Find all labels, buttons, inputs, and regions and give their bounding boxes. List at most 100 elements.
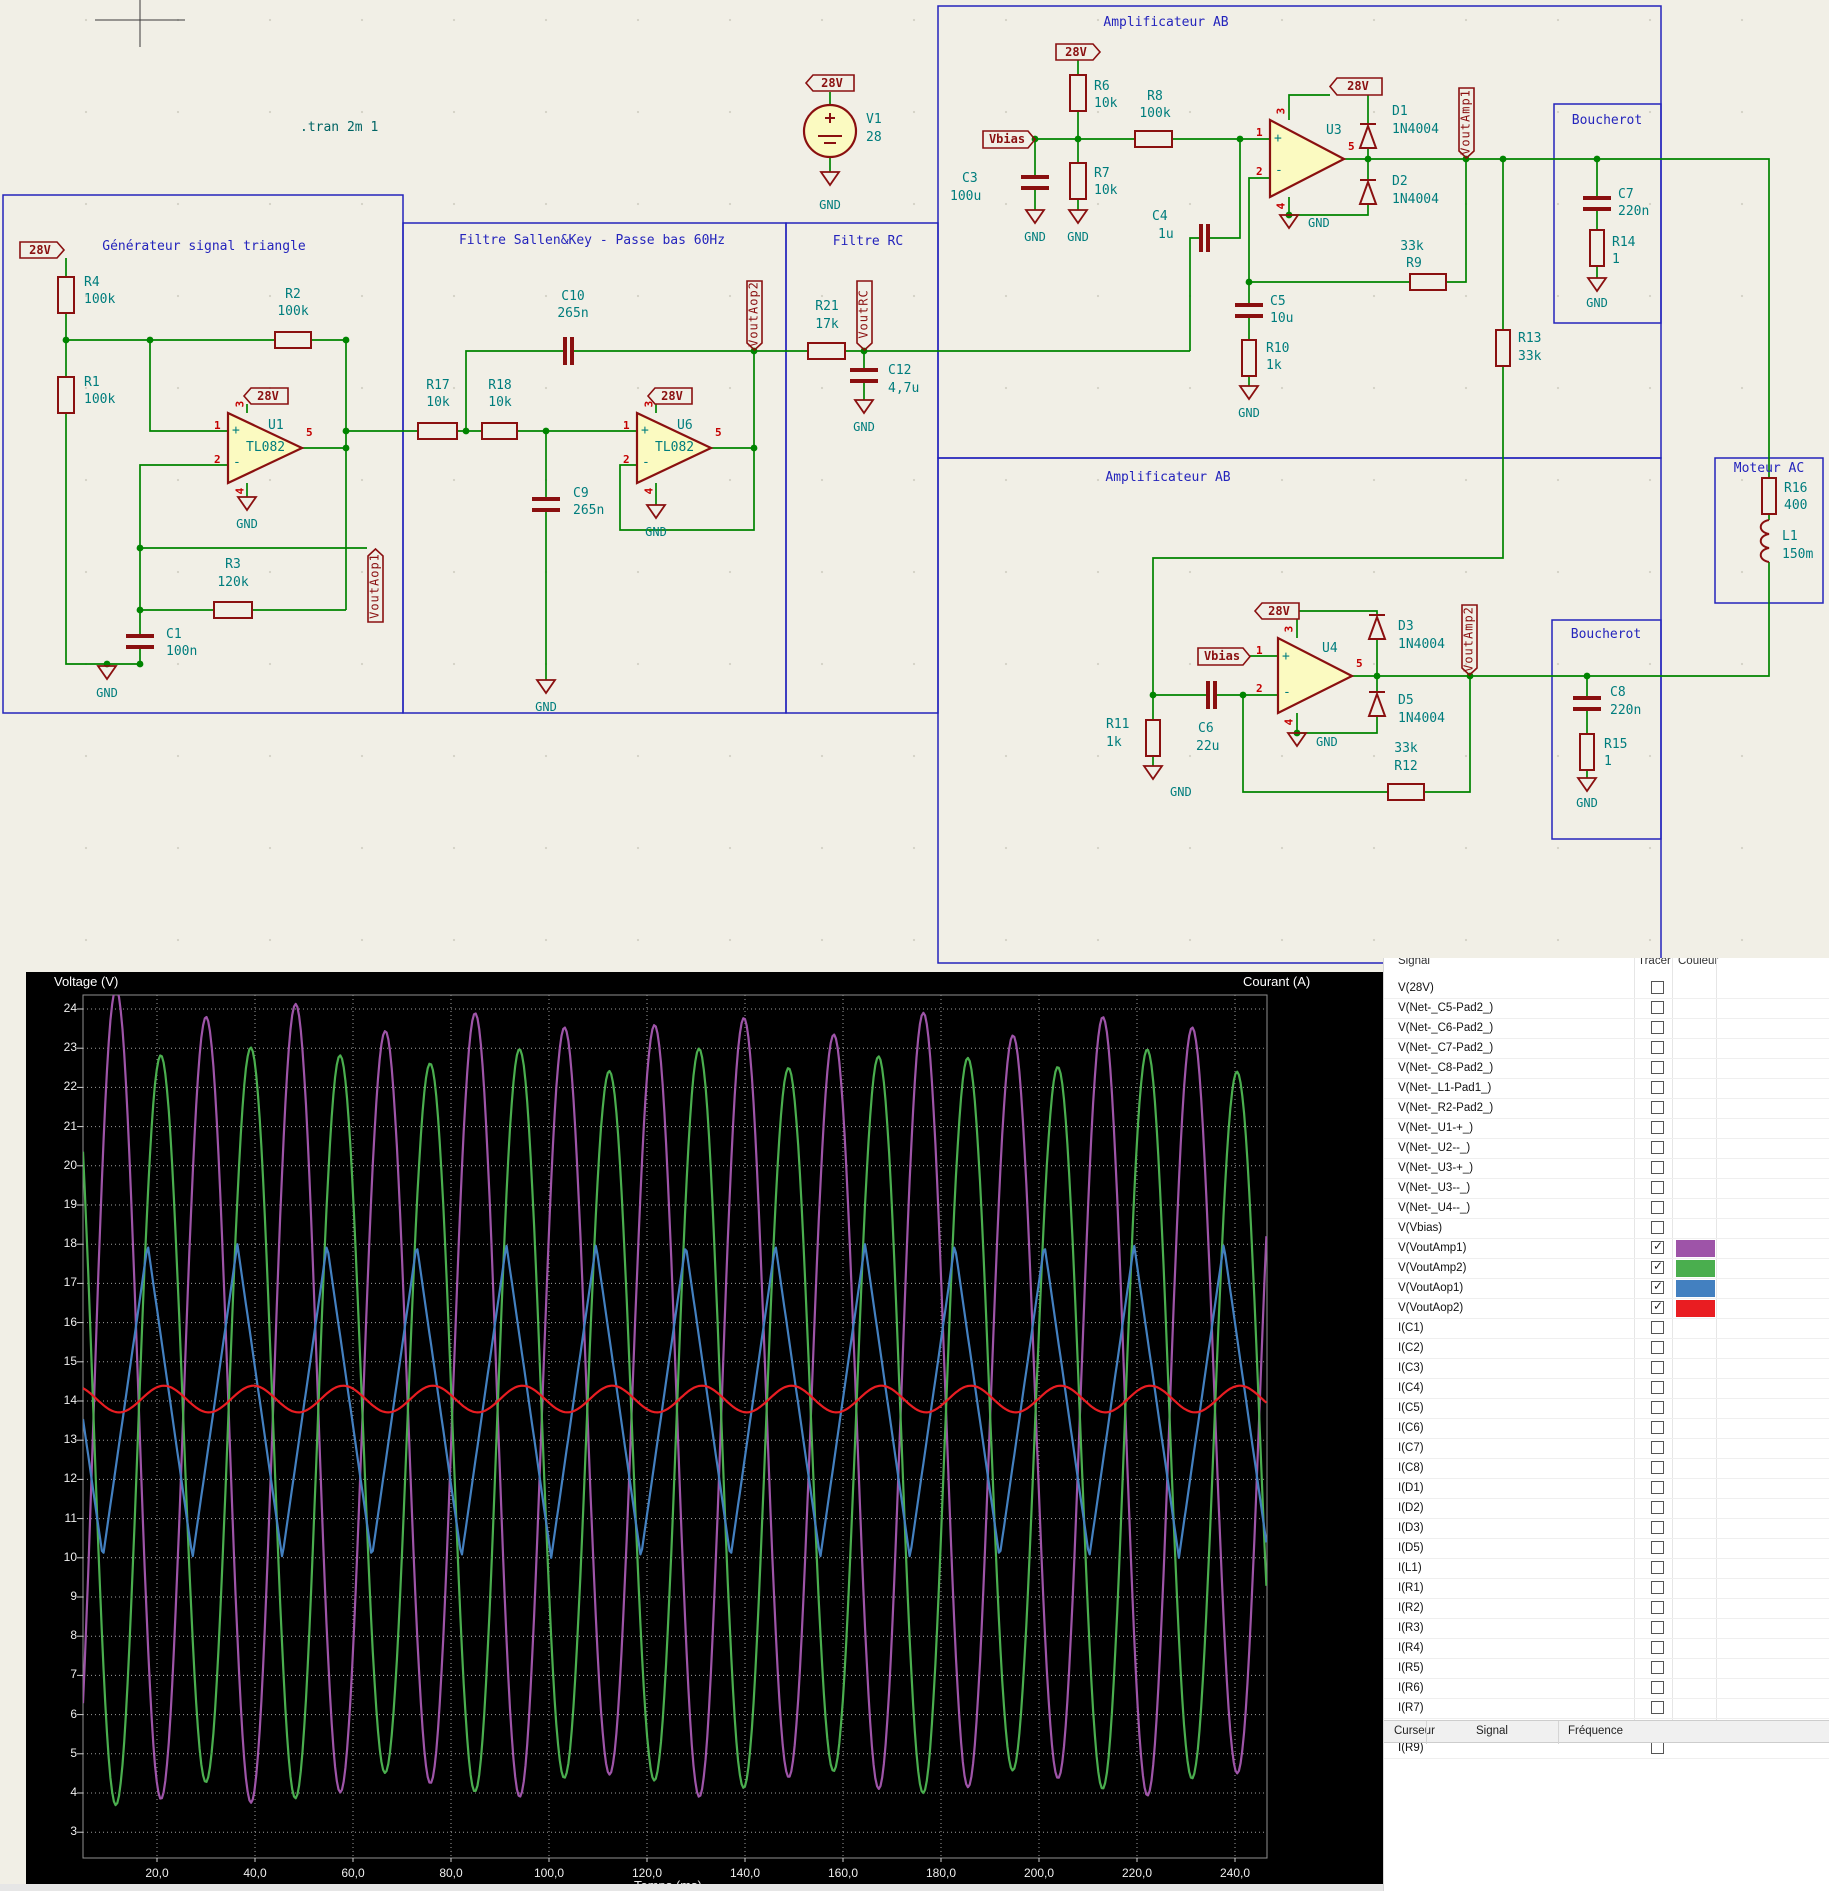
trace-checkbox[interactable]: ✓ xyxy=(1651,1521,1664,1534)
voltage-source-V1[interactable] xyxy=(802,103,858,159)
trace-checkbox[interactable]: ✓ xyxy=(1651,1001,1664,1014)
signal-row[interactable]: I(D5) ✓ xyxy=(1384,1539,1829,1559)
diode-D5 xyxy=(1367,691,1387,717)
signal-row[interactable]: V(28V) ✓ xyxy=(1384,979,1829,999)
signal-row[interactable]: V(Net-_U4--_) ✓ xyxy=(1384,1199,1829,1219)
signal-row[interactable]: V(Net-_C7-Pad2_) ✓ xyxy=(1384,1039,1829,1059)
trace-checkbox[interactable]: ✓ xyxy=(1651,1321,1664,1334)
signal-row[interactable]: I(C2) ✓ xyxy=(1384,1339,1829,1359)
trace-checkbox[interactable]: ✓ xyxy=(1651,1041,1664,1054)
signal-row[interactable]: I(C6) ✓ xyxy=(1384,1419,1829,1439)
trace-checkbox[interactable]: ✓ xyxy=(1651,981,1664,994)
signal-row[interactable]: I(C8) ✓ xyxy=(1384,1459,1829,1479)
vbias-label: Vbias xyxy=(1203,649,1241,663)
signal-row[interactable]: V(Vbias) ✓ xyxy=(1384,1219,1829,1239)
signal-row[interactable]: V(VoutAop2) ✓ xyxy=(1384,1299,1829,1319)
trace-checkbox[interactable]: ✓ xyxy=(1651,1661,1664,1674)
trace-checkbox[interactable]: ✓ xyxy=(1651,1581,1664,1594)
trace-checkbox[interactable]: ✓ xyxy=(1651,1381,1664,1394)
signal-row[interactable]: V(Net-_C5-Pad2_) ✓ xyxy=(1384,999,1829,1019)
signal-row[interactable]: I(R3) ✓ xyxy=(1384,1619,1829,1639)
trace-checkbox[interactable]: ✓ xyxy=(1651,1299,1664,1314)
signal-row[interactable]: I(C3) ✓ xyxy=(1384,1359,1829,1379)
signal-row[interactable]: I(L1) ✓ xyxy=(1384,1559,1829,1579)
tick-label: 11 xyxy=(64,1510,77,1525)
signal-row[interactable]: I(R5) ✓ xyxy=(1384,1659,1829,1679)
signal-row[interactable]: V(VoutAmp2) ✓ xyxy=(1384,1259,1829,1279)
trace-checkbox[interactable]: ✓ xyxy=(1651,1701,1664,1714)
signal-row[interactable]: I(R1) ✓ xyxy=(1384,1579,1829,1599)
trace-checkbox[interactable]: ✓ xyxy=(1651,1461,1664,1474)
trace-checkbox[interactable]: ✓ xyxy=(1651,1239,1664,1254)
opamps[interactable] xyxy=(226,118,1355,715)
signal-row[interactable]: I(D2) ✓ xyxy=(1384,1499,1829,1519)
trace-checkbox[interactable]: ✓ xyxy=(1651,1121,1664,1134)
signal-row[interactable]: V(VoutAop1) ✓ xyxy=(1384,1279,1829,1299)
trace-checkbox[interactable]: ✓ xyxy=(1651,1279,1664,1294)
signal-row[interactable]: V(VoutAmp1) ✓ xyxy=(1384,1239,1829,1259)
trace-checkbox[interactable]: ✓ xyxy=(1651,1061,1664,1074)
signal-row[interactable]: V(Net-_L1-Pad1_) ✓ xyxy=(1384,1079,1829,1099)
waveform-plot[interactable]: 3 4 5 6 7 8 9 10 11 12 13 14 15 16 17 18 19 20 21 22 23 24 20,… xyxy=(26,972,1383,1884)
trace-checkbox[interactable]: ✓ xyxy=(1651,1021,1664,1034)
signal-row[interactable]: V(Net-_U1-+_) ✓ xyxy=(1384,1119,1829,1139)
trace-checkbox[interactable]: ✓ xyxy=(1651,1401,1664,1414)
signal-row[interactable]: I(C7) ✓ xyxy=(1384,1439,1829,1459)
signal-row[interactable]: I(C5) ✓ xyxy=(1384,1399,1829,1419)
trace-checkbox[interactable]: ✓ xyxy=(1651,1341,1664,1354)
signal-row[interactable]: V(Net-_C6-Pad2_) ✓ xyxy=(1384,1019,1829,1039)
trace-checkbox[interactable]: ✓ xyxy=(1651,1361,1664,1374)
resistors[interactable] xyxy=(57,74,1777,801)
diodes[interactable] xyxy=(1358,123,1387,717)
part-val-C5: 10u xyxy=(1270,311,1294,326)
diode-D1 xyxy=(1358,123,1378,149)
signal-panel[interactable]: Signal Tracer Couleur V(28V) ✓ V(Net-_C5… xyxy=(1383,958,1829,1891)
signal-row[interactable]: I(R2) ✓ xyxy=(1384,1599,1829,1619)
signal-row[interactable]: I(C4) ✓ xyxy=(1384,1379,1829,1399)
trace-checkbox[interactable]: ✓ xyxy=(1651,1681,1664,1694)
trace-checkbox[interactable]: ✓ xyxy=(1651,1181,1664,1194)
inductor-L1[interactable] xyxy=(1759,519,1770,563)
part-ref-R21: R21 xyxy=(815,299,839,314)
resistor-R21 xyxy=(807,342,846,360)
sim-directive[interactable]: .tran 2m 1 xyxy=(300,121,378,134)
trace-checkbox[interactable]: ✓ xyxy=(1651,1081,1664,1094)
trace-checkbox[interactable]: ✓ xyxy=(1651,1201,1664,1214)
trace-checkbox[interactable]: ✓ xyxy=(1651,1441,1664,1454)
part-ref-R16: R16 xyxy=(1784,481,1808,496)
trace-checkbox[interactable]: ✓ xyxy=(1651,1421,1664,1434)
signal-row[interactable]: I(D3) ✓ xyxy=(1384,1519,1829,1539)
trace-checkbox[interactable]: ✓ xyxy=(1651,1561,1664,1574)
signal-row[interactable]: I(R4) ✓ xyxy=(1384,1639,1829,1659)
part-val-C10: 265n xyxy=(557,306,589,321)
capacitors[interactable] xyxy=(126,175,1611,711)
signal-name: V(Net-_L1-Pad1_) xyxy=(1398,1082,1492,1094)
signal-row[interactable]: V(Net-_C8-Pad2_) ✓ xyxy=(1384,1059,1829,1079)
signal-row[interactable]: I(D1) ✓ xyxy=(1384,1479,1829,1499)
signal-row[interactable]: I(C1) ✓ xyxy=(1384,1319,1829,1339)
trace-checkbox[interactable]: ✓ xyxy=(1651,1621,1664,1634)
signal-row[interactable]: I(R7) ✓ xyxy=(1384,1699,1829,1719)
trace-checkbox[interactable]: ✓ xyxy=(1651,1141,1664,1154)
tick-label: 60,0 xyxy=(341,1866,365,1880)
pin-label: 1 xyxy=(1256,126,1263,139)
trace-checkbox[interactable]: ✓ xyxy=(1651,1641,1664,1654)
column-header-signal: Signal xyxy=(1398,958,1430,967)
trace-checkbox[interactable]: ✓ xyxy=(1651,1161,1664,1174)
trace-checkbox[interactable]: ✓ xyxy=(1651,1541,1664,1554)
trace-checkbox[interactable]: ✓ xyxy=(1651,1601,1664,1614)
signal-row[interactable]: I(R6) ✓ xyxy=(1384,1679,1829,1699)
trace-checkbox[interactable]: ✓ xyxy=(1651,1481,1664,1494)
signal-row[interactable]: V(Net-_U2--_) ✓ xyxy=(1384,1139,1829,1159)
signal-name: V(Net-_R2-Pad2_) xyxy=(1398,1102,1494,1114)
trace-checkbox[interactable]: ✓ xyxy=(1651,1259,1664,1274)
signal-row[interactable]: V(Net-_U3--_) ✓ xyxy=(1384,1179,1829,1199)
signal-row[interactable]: V(Net-_U3-+_) ✓ xyxy=(1384,1159,1829,1179)
diode-D2 xyxy=(1358,179,1378,205)
trace-checkbox[interactable]: ✓ xyxy=(1651,1221,1664,1234)
signal-row[interactable]: V(Net-_R2-Pad2_) ✓ xyxy=(1384,1099,1829,1119)
trace-checkbox[interactable]: ✓ xyxy=(1651,1501,1664,1514)
schematic-canvas[interactable]: Générateur signal triangle Filtre Sallen… xyxy=(0,0,1829,972)
gnd-label: GND xyxy=(1576,796,1598,810)
trace-checkbox[interactable]: ✓ xyxy=(1651,1101,1664,1114)
